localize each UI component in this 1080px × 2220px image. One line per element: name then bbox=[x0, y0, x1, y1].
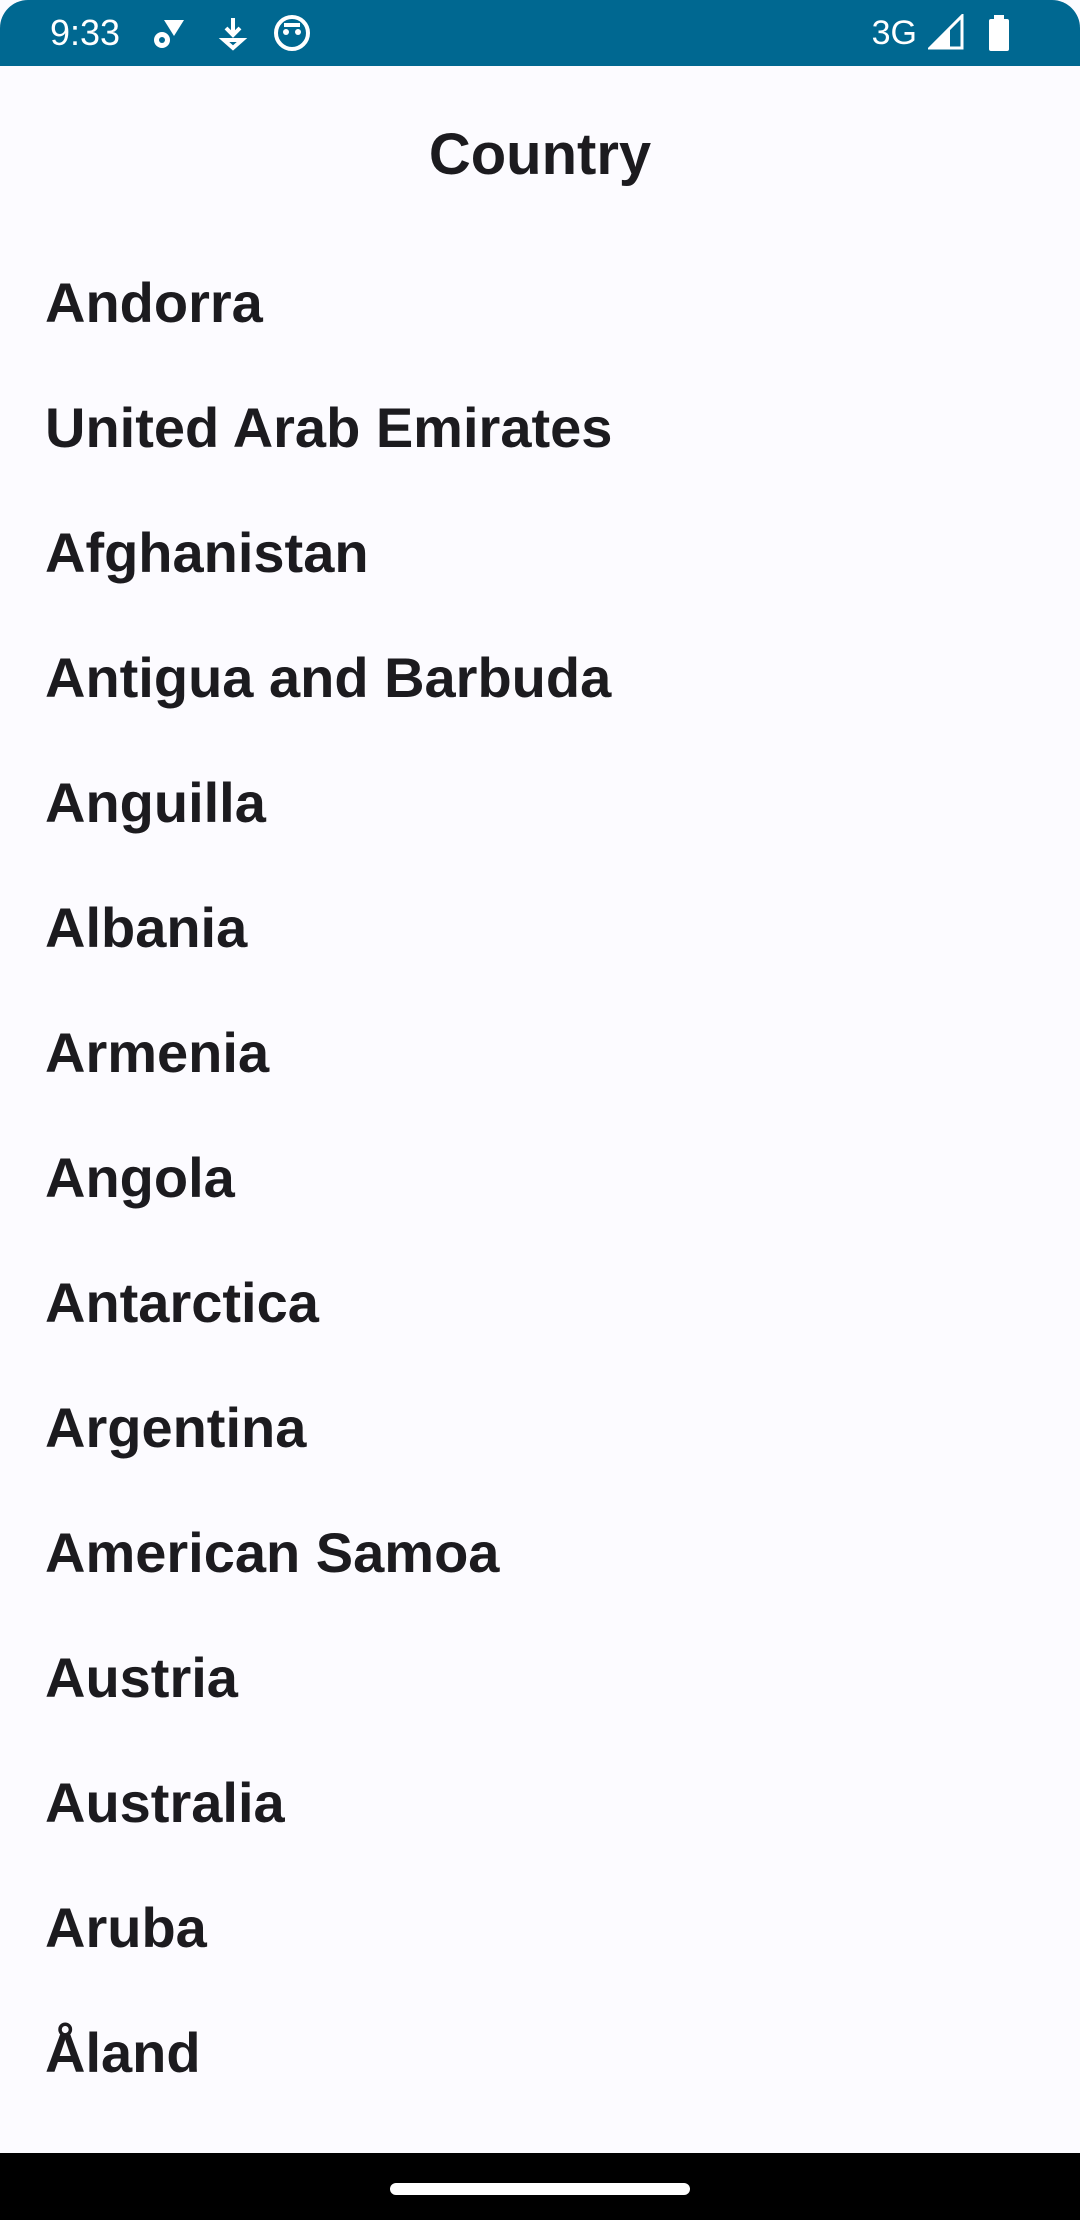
list-item-country[interactable]: Angola bbox=[0, 1115, 1080, 1240]
robot-icon bbox=[273, 14, 311, 52]
list-item-country[interactable]: Argentina bbox=[0, 1365, 1080, 1490]
list-item-country[interactable]: Afghanistan bbox=[0, 490, 1080, 615]
list-item-country[interactable]: American Samoa bbox=[0, 1490, 1080, 1615]
settings-wifi-icon bbox=[150, 14, 188, 52]
list-item-country[interactable]: Albania bbox=[0, 865, 1080, 990]
country-list: Andorra United Arab Emirates Afghanistan… bbox=[0, 240, 1080, 2115]
battery-icon bbox=[980, 14, 1018, 52]
network-type: 3G bbox=[871, 14, 917, 52]
list-item-country[interactable]: Austria bbox=[0, 1615, 1080, 1740]
download-icon bbox=[214, 14, 252, 52]
list-item-country[interactable]: Anguilla bbox=[0, 740, 1080, 865]
status-bar: 9:33 3G bbox=[0, 0, 1080, 66]
list-item-country[interactable]: Andorra bbox=[0, 240, 1080, 365]
page-title: Country bbox=[428, 122, 652, 187]
home-handle[interactable] bbox=[390, 2183, 690, 2195]
list-item-country[interactable]: Australia bbox=[0, 1740, 1080, 1865]
list-item-country[interactable]: Åland bbox=[0, 1990, 1080, 2115]
signal-icon bbox=[926, 12, 966, 52]
list-item-country[interactable]: Antarctica bbox=[0, 1240, 1080, 1365]
list-item-country[interactable]: United Arab Emirates bbox=[0, 365, 1080, 490]
navigation-bar bbox=[0, 2153, 1080, 2220]
status-time: 9:33 bbox=[50, 12, 121, 53]
list-item-country[interactable]: Armenia bbox=[0, 990, 1080, 1115]
list-item-country[interactable]: Antigua and Barbuda bbox=[0, 615, 1080, 740]
list-item-country[interactable]: Aruba bbox=[0, 1865, 1080, 1990]
screen: 9:33 3G Country Andorra United Arab Emir… bbox=[0, 0, 1080, 2220]
